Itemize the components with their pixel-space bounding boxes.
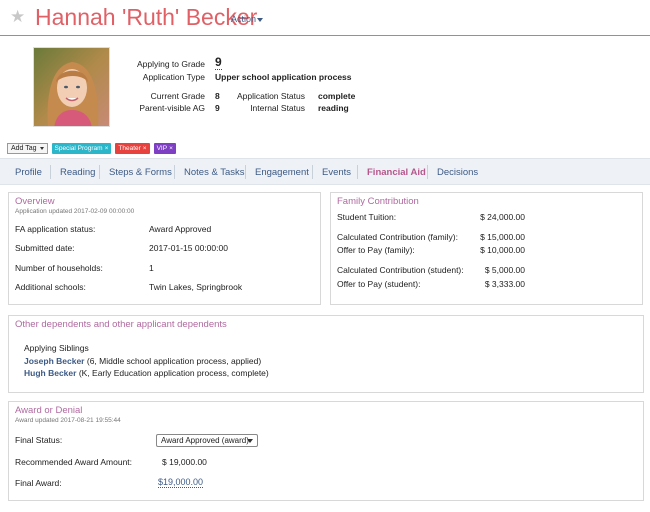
applying-to-grade-number[interactable]: 9 — [215, 55, 222, 70]
tag-special-program[interactable]: Special Program × — [51, 143, 112, 154]
sibling-link[interactable]: Joseph Becker — [24, 356, 84, 366]
tag-label: Theater — [118, 145, 141, 152]
action-label: Action — [231, 14, 257, 24]
tab-steps-forms[interactable]: Steps & Forms — [109, 167, 172, 178]
fa-status-label: FA application status: — [15, 224, 96, 234]
calc-contribution-student-label: Calculated Contribution (student): — [337, 265, 464, 275]
final-status-value: Award Approved (award) — [161, 436, 249, 445]
tab-divider — [427, 165, 428, 179]
calc-contribution-family-label: Calculated Contribution (family): — [337, 232, 458, 242]
tag-theater[interactable]: Theater × — [115, 143, 150, 154]
current-grade-value: 8 — [215, 91, 220, 101]
tab-profile[interactable]: Profile — [15, 167, 42, 178]
tab-divider — [174, 165, 175, 179]
tab-reading[interactable]: Reading — [60, 167, 95, 178]
offer-family-value: $ 10,000.00 — [480, 245, 525, 255]
sibling-row: Hugh Becker (K, Early Education applicat… — [24, 368, 269, 378]
application-type-value: Upper school application process — [215, 72, 352, 82]
add-tag-label: Add Tag — [11, 145, 37, 152]
remove-tag-icon[interactable]: × — [143, 145, 147, 152]
parent-visible-ag-value: 9 — [215, 103, 220, 113]
submitted-date-label: Submitted date: — [15, 243, 75, 253]
additional-schools-value: Twin Lakes, Springbrook — [149, 282, 243, 292]
tab-financial-aid[interactable]: Financial Aid — [367, 167, 426, 178]
dependents-title: Other dependents and other applicant dep… — [15, 319, 227, 330]
offer-family-label: Offer to Pay (family): — [337, 245, 415, 255]
final-status-label: Final Status: — [15, 435, 63, 445]
tab-divider — [312, 165, 313, 179]
households-label: Number of households: — [15, 263, 103, 273]
calc-contribution-student-value: $ 5,000.00 — [484, 265, 525, 275]
chevron-down-icon — [39, 146, 44, 150]
sibling-detail: (6, Middle school application process, a… — [86, 356, 262, 366]
tab-divider — [50, 165, 51, 179]
chevron-down-icon — [257, 17, 264, 22]
offer-student-label: Offer to Pay (student): — [337, 279, 421, 289]
tab-events[interactable]: Events — [322, 167, 351, 178]
student-tuition-label: Student Tuition: — [337, 212, 397, 222]
family-contribution-title: Family Contribution — [337, 196, 419, 207]
tag-bar: Add Tag Special Program × Theater × VIP × — [7, 143, 176, 155]
overview-title: Overview — [15, 196, 55, 207]
tab-engagement[interactable]: Engagement — [255, 167, 309, 178]
current-grade-label: Current Grade — [150, 91, 205, 101]
households-value: 1 — [149, 263, 154, 273]
application-status-value: complete — [318, 91, 356, 101]
tag-vip[interactable]: VIP × — [153, 143, 176, 154]
tab-decisions[interactable]: Decisions — [437, 167, 478, 178]
sibling-link[interactable]: Hugh Becker — [24, 368, 76, 378]
award-title: Award or Denial — [15, 405, 83, 416]
application-status-label: Application Status — [236, 91, 305, 101]
application-type-label: Application Type — [142, 72, 205, 82]
internal-status-label: Internal Status — [250, 103, 305, 113]
applying-siblings-label: Applying Siblings — [24, 343, 89, 353]
page-header: ★ Hannah 'Ruth' Becker Action — [0, 0, 650, 36]
tab-divider — [245, 165, 246, 179]
dependents-panel: Other dependents and other applicant dep… — [8, 315, 644, 393]
applying-to-grade-value[interactable]: 9 — [215, 55, 222, 70]
applying-to-grade-label: Applying to Grade — [136, 59, 205, 69]
tab-notes-tasks[interactable]: Notes & Tasks — [184, 167, 245, 178]
fa-status-value: Award Approved — [149, 224, 212, 234]
remove-tag-icon[interactable]: × — [169, 145, 173, 152]
sibling-row: Joseph Becker (6, Middle school applicat… — [24, 356, 261, 366]
tab-divider — [99, 165, 100, 179]
tab-bar: Profile Reading Steps & Forms Notes & Ta… — [0, 158, 650, 185]
student-photo — [33, 47, 110, 127]
remove-tag-icon[interactable]: × — [105, 145, 109, 152]
star-icon[interactable]: ★ — [10, 8, 25, 25]
award-panel: Award or Denial Award updated 2017-08-21… — [8, 401, 644, 501]
calc-contribution-family-value: $ 15,000.00 — [480, 232, 525, 242]
family-contribution-panel: Family Contribution Student Tuition: $ 2… — [330, 192, 643, 305]
submitted-date-value: 2017-01-15 00:00:00 — [149, 243, 228, 253]
tab-divider — [357, 165, 358, 179]
tag-label: VIP — [156, 145, 168, 152]
offer-student-value: $ 3,333.00 — [484, 279, 525, 289]
final-award-label: Final Award: — [15, 478, 62, 488]
recommended-award-value: $ 19,000.00 — [162, 457, 207, 467]
award-updated: Award updated 2017-08-21 19:55:44 — [15, 417, 121, 424]
final-award-field[interactable]: $19,000.00 — [158, 477, 204, 488]
tag-label: Special Program — [54, 145, 103, 152]
action-menu-button[interactable]: Action — [231, 14, 264, 24]
overview-panel: Overview Application updated 2017-02-09 … — [8, 192, 321, 305]
final-status-select[interactable]: Award Approved (award) — [156, 434, 258, 447]
sibling-detail: (K, Early Education application process,… — [78, 368, 269, 378]
internal-status-value: reading — [318, 103, 349, 113]
student-name: Hannah 'Ruth' Becker — [35, 4, 258, 30]
chevron-down-icon — [247, 439, 253, 443]
overview-updated: Application updated 2017-02-09 00:00:00 — [15, 208, 135, 215]
additional-schools-label: Additional schools: — [15, 282, 86, 292]
recommended-award-label: Recommended Award Amount: — [15, 457, 133, 467]
add-tag-button[interactable]: Add Tag — [7, 143, 48, 154]
student-tuition-value: $ 24,000.00 — [480, 212, 525, 222]
parent-visible-ag-label: Parent-visible AG — [139, 103, 205, 113]
